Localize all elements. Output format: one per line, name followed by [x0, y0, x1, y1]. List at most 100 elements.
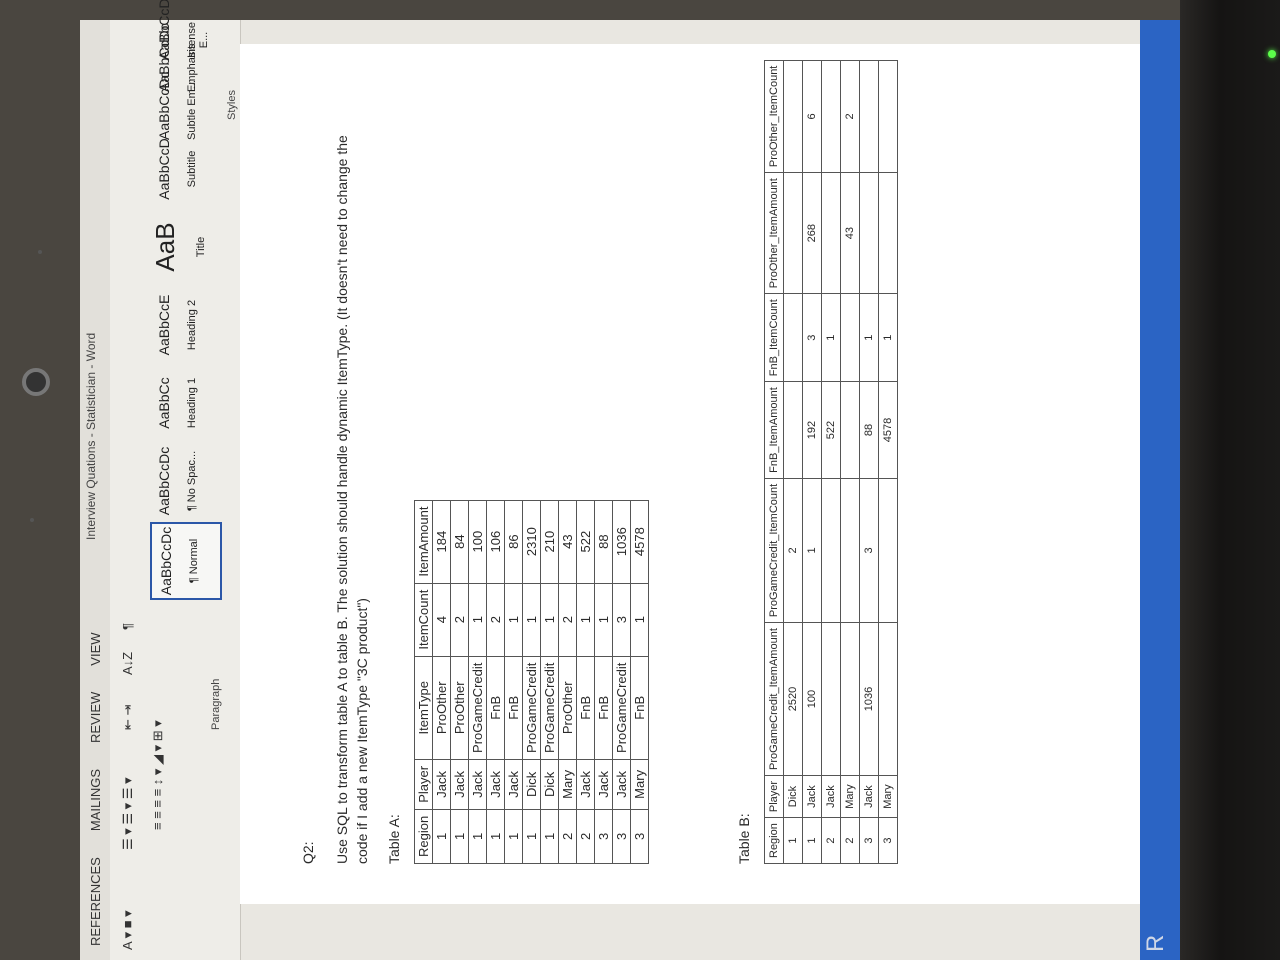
table-b-cell: 3 — [859, 478, 879, 623]
table-a-cell: 3 — [612, 809, 631, 864]
table-a-cell: 3 — [630, 809, 649, 864]
table-a: Region Player ItemType ItemCount ItemAmount … — [414, 500, 649, 864]
table-b-header-cell: Player — [764, 775, 784, 818]
table-row: 3 Jack 1036 3 88 1 — [859, 60, 879, 864]
table-a-cell: FnB — [486, 656, 505, 760]
table-b-cell: 43 — [840, 172, 860, 294]
paragraph-group-label: Paragraph — [210, 678, 222, 730]
table-b-cell: 1 — [802, 817, 822, 864]
table-a-cell: 86 — [504, 500, 523, 584]
table-a-label: Table A: — [386, 814, 402, 864]
table-b-header-cell: ProGameCredit_ItemCount — [764, 478, 784, 623]
table-a-cell: 1036 — [612, 500, 631, 584]
table-a-cell: Jack — [612, 759, 631, 810]
style-normal[interactable]: AaBbCcDc ¶ Normal — [150, 522, 222, 600]
table-b-header-cell: ProOther_ItemCount — [764, 60, 784, 173]
align-icon[interactable]: ≡ ≡ ≡ ≡ ↕ ▾ ◢ ▾ ⊞ ▾ — [150, 720, 166, 830]
table-b-cell — [783, 381, 803, 479]
table-row: 1 Dick ProGameCredit 1 2310 — [522, 500, 541, 864]
table-b-cell — [878, 478, 898, 623]
table-row: 1 Dick 2520 2 — [783, 60, 803, 864]
table-b-cell: 192 — [802, 381, 822, 479]
table-a-cell: 184 — [432, 500, 451, 584]
table-a-cell: Jack — [432, 759, 451, 810]
table-a-cell: Jack — [504, 759, 523, 810]
table-row: 1 Dick ProGameCredit 1 210 — [540, 500, 559, 864]
style-intense-emphasis[interactable]: AaBbCcDc Intense E... — [150, 0, 222, 60]
table-b-cell — [878, 172, 898, 294]
table-a-cell: Mary — [630, 759, 649, 810]
table-a-cell: FnB — [594, 656, 613, 760]
table-b-cell: 3 — [859, 817, 879, 864]
table-a-cell: 1 — [504, 583, 523, 657]
table-a-cell: Dick — [540, 759, 559, 810]
table-b-cell — [859, 60, 879, 173]
table-a-cell: Mary — [558, 759, 577, 810]
table-b-cell — [840, 478, 860, 623]
table-a-header-cell: Player — [414, 759, 433, 810]
style-title[interactable]: AaB Title — [150, 208, 222, 286]
table-a-cell: 4578 — [630, 500, 649, 584]
power-led — [1268, 50, 1276, 58]
table-a-cell: 3 — [594, 809, 613, 864]
table-b-cell: 268 — [802, 172, 822, 294]
bullets-icon[interactable]: ☰ ▾ ☰ ▾ ☰ ▾ — [120, 777, 136, 850]
table-b-header-cell: ProOther_ItemAmount — [764, 172, 784, 294]
font-color-icon[interactable]: A ▾ ■ ▾ — [120, 910, 136, 950]
table-a-cell: 2 — [450, 583, 469, 657]
table-b-cell — [783, 60, 803, 173]
table-a-cell: FnB — [576, 656, 595, 760]
style-subtitle[interactable]: AaBbCcD Subtitle — [150, 130, 222, 208]
table-a-cell: ProOther — [432, 656, 451, 760]
table-b-cell — [821, 60, 841, 173]
question-label: Q2: — [300, 841, 316, 864]
table-a-cell: Jack — [450, 759, 469, 810]
table-b-cell: 2 — [783, 478, 803, 623]
document-page[interactable]: Q2: Use SQL to transform table A to tabl… — [240, 44, 1180, 904]
table-b-cell: 88 — [859, 381, 879, 479]
table-b-cell: 6 — [802, 60, 822, 173]
table-row: 2 Jack 522 1 — [821, 60, 841, 864]
word-window: REFERENCES MAILINGS REVIEW VIEW Intervie… — [80, 0, 1180, 960]
tab-mailings[interactable]: MAILINGS — [88, 769, 103, 831]
table-b-cell: 3 — [878, 817, 898, 864]
table-a-cell: 1 — [540, 809, 559, 864]
table-b-cell: 100 — [802, 622, 822, 776]
tab-review[interactable]: REVIEW — [88, 692, 103, 743]
style-no-spacing[interactable]: AaBbCcDc ¶ No Spac... — [150, 442, 222, 520]
table-b-cell: 1 — [859, 293, 879, 382]
table-b-cell: 1 — [821, 293, 841, 382]
table-b-cell: 1 — [783, 817, 803, 864]
table-a-cell: 43 — [558, 500, 577, 584]
table-row: 3 Jack FnB 1 88 — [594, 500, 613, 864]
table-b-cell — [859, 172, 879, 294]
table-b-cell — [840, 381, 860, 479]
table-a-cell: 1 — [630, 583, 649, 657]
r-logo-icon: R — [1142, 934, 1169, 952]
table-row: 2 Jack FnB 1 522 — [576, 500, 595, 864]
table-a-cell: 100 — [468, 500, 487, 584]
table-a-cell: 84 — [450, 500, 469, 584]
webcam-lens — [22, 368, 50, 396]
table-row: 3 Mary FnB 1 4578 — [630, 500, 649, 864]
table-a-cell: ProOther — [558, 656, 577, 760]
table-a-cell: 522 — [576, 500, 595, 584]
table-a-cell: 1 — [504, 809, 523, 864]
table-b-cell: 2 — [840, 60, 860, 173]
style-heading-2[interactable]: AaBbCcE Heading 2 — [150, 286, 222, 364]
table-a-cell: 1 — [594, 583, 613, 657]
style-heading-1[interactable]: AaBbCc Heading 1 — [150, 364, 222, 442]
table-b-cell: 1036 — [859, 622, 879, 776]
tab-view[interactable]: VIEW — [88, 632, 103, 665]
table-b-cell: 2 — [821, 817, 841, 864]
sort-icon[interactable]: A↓Z — [120, 652, 135, 675]
table-b-cell: Dick — [783, 775, 803, 818]
table-b-cell: 3 — [802, 293, 822, 382]
table-a-cell: Jack — [468, 759, 487, 810]
table-b-cell — [840, 293, 860, 382]
table-b-cell — [821, 172, 841, 294]
table-a-cell: FnB — [504, 656, 523, 760]
indent-icon[interactable]: ⇤ ⇥ — [120, 705, 136, 730]
pilcrow-icon[interactable]: ¶ — [120, 623, 135, 630]
tab-references[interactable]: REFERENCES — [88, 857, 103, 946]
